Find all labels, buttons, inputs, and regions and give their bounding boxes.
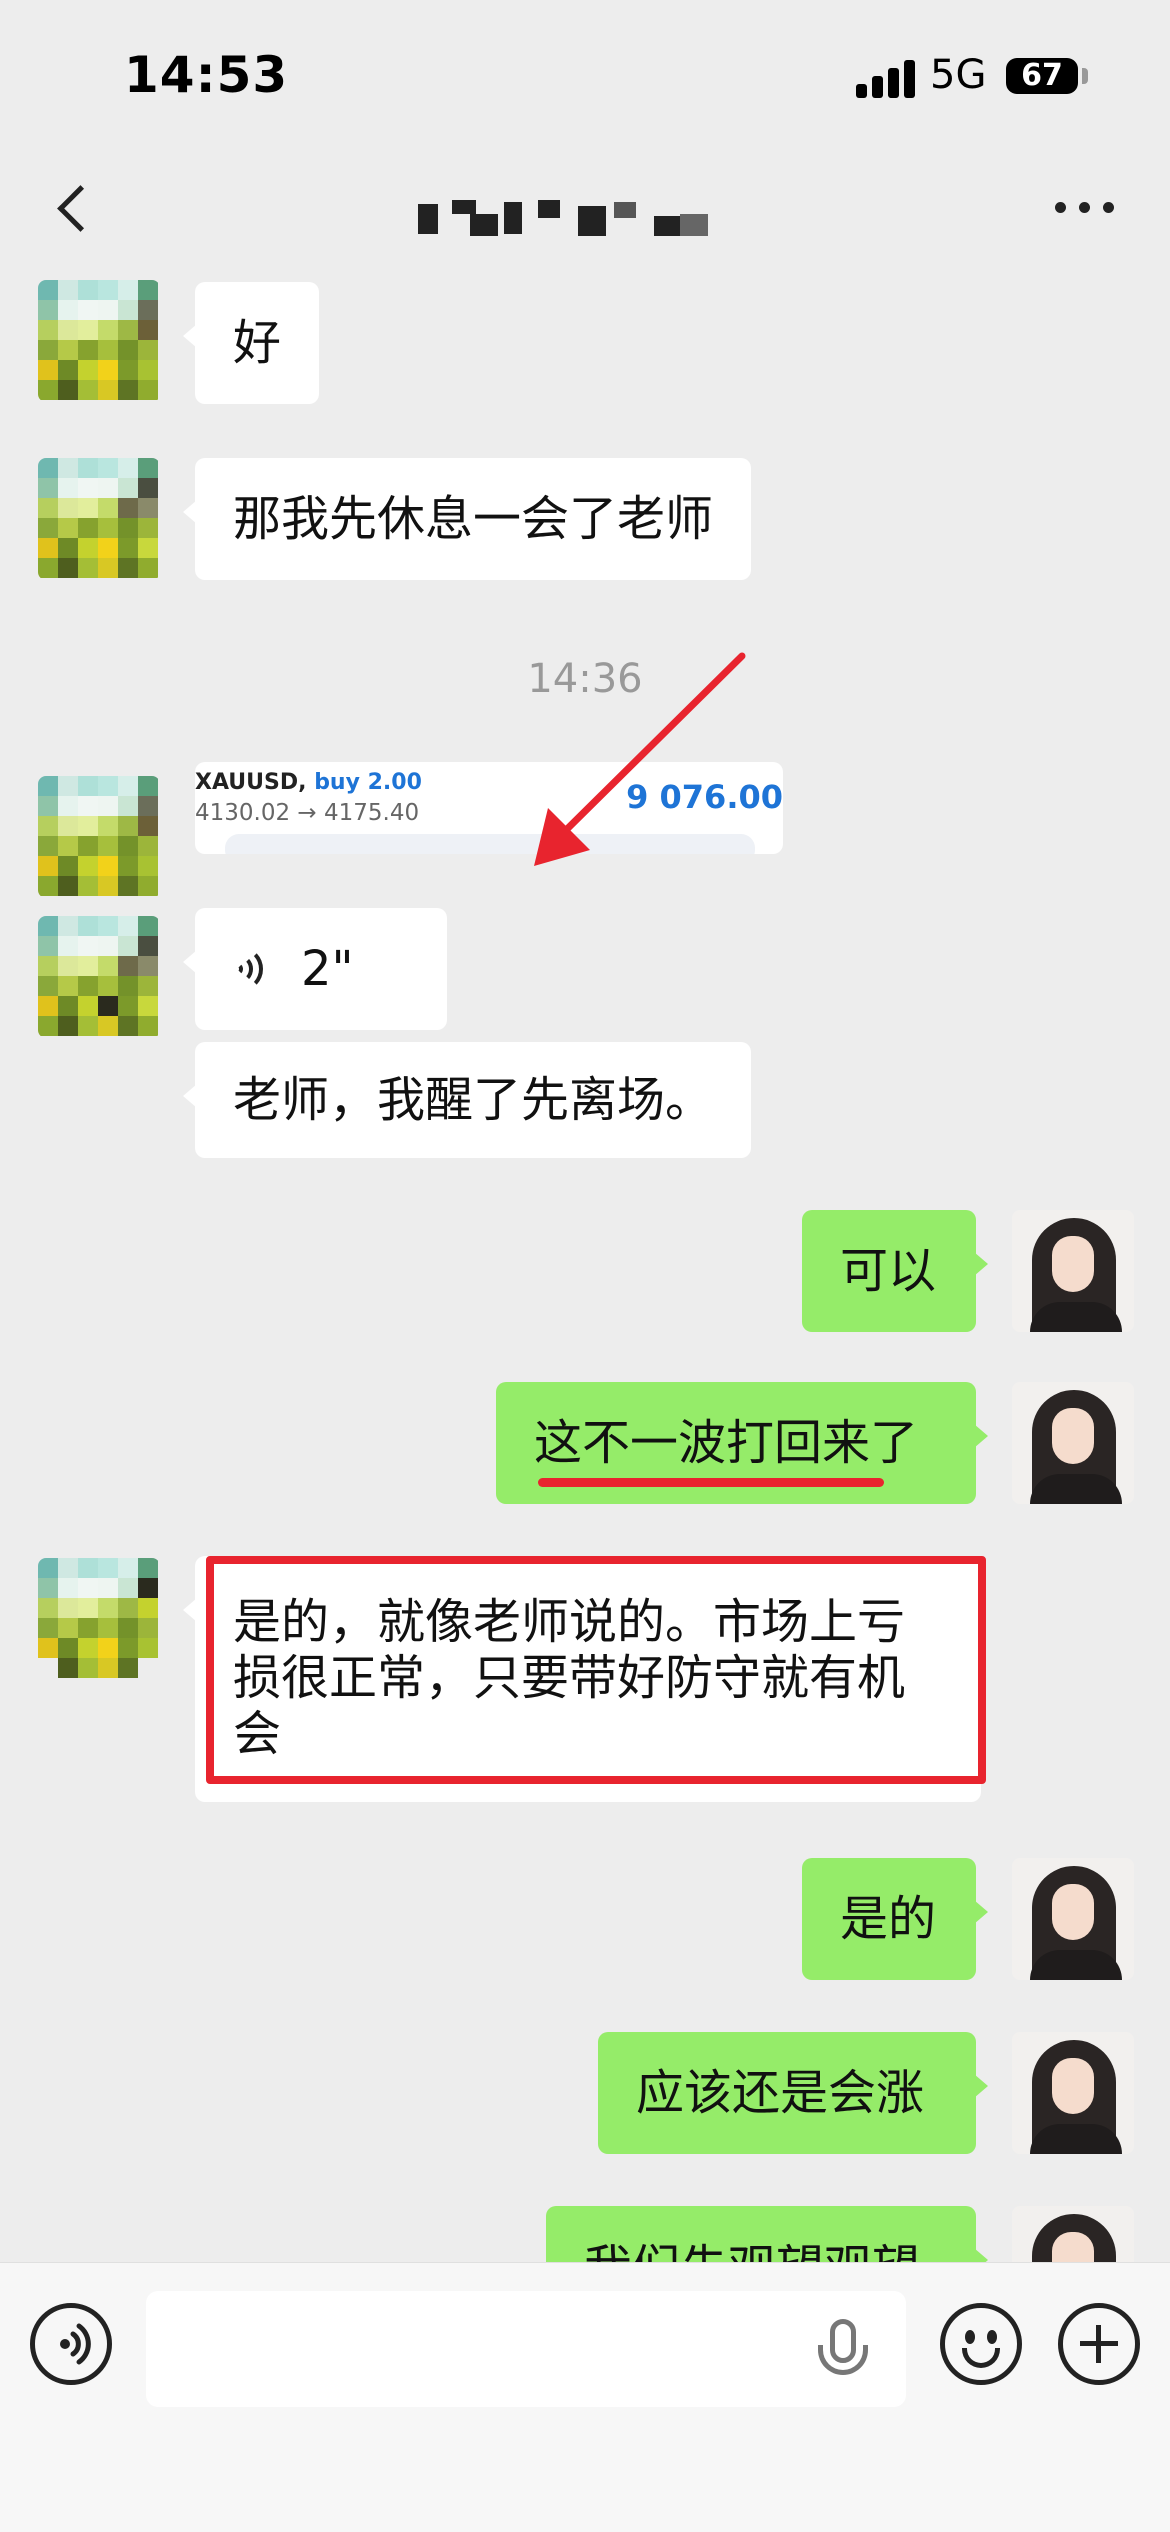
status-time: 14:53 — [124, 46, 289, 104]
message-input-bar — [0, 2262, 1170, 2532]
contact-avatar[interactable] — [38, 1558, 160, 1680]
chevron-left-icon[interactable] — [48, 180, 98, 240]
trade-price-range: 4130.02 → 4175.40 — [195, 800, 420, 826]
voice-duration: 2" — [301, 941, 354, 997]
user-avatar[interactable] — [1012, 1382, 1134, 1504]
chat-header — [0, 150, 1170, 270]
chat-title-pixelated — [418, 200, 740, 240]
microphone-stand — [818, 2345, 868, 2375]
battery-icon: 67 — [1006, 58, 1078, 94]
message-text: 这不一波打回来了 — [534, 1415, 919, 1471]
trade-symbol-line: XAUUSD, buy 2.00 — [195, 770, 422, 795]
message-bubble-left[interactable]: 老师，我醒了先离场。 — [182, 1042, 752, 1158]
status-bar: 14:53 5G 67 — [0, 0, 1170, 150]
message-text: 是的 — [840, 1891, 937, 1947]
network-type: 5G — [930, 52, 987, 98]
contact-avatar[interactable] — [38, 280, 160, 402]
message-bubble-left[interactable]: 好 — [182, 282, 320, 404]
message-text: 老师，我醒了先离场。 — [233, 1072, 714, 1128]
user-avatar[interactable] — [1012, 1858, 1134, 1980]
contact-avatar[interactable] — [38, 916, 160, 1038]
user-avatar[interactable] — [1012, 2032, 1134, 2154]
trade-profit: 9 076.00 — [626, 778, 783, 816]
message-bubble-right[interactable]: 可以 — [802, 1210, 988, 1332]
red-arrow-annotation — [534, 652, 746, 866]
message-text: 应该还是会涨 — [636, 2065, 925, 2121]
trade-symbol: XAUUSD, — [195, 770, 307, 795]
trade-card-footer — [225, 834, 755, 854]
voice-toggle-icon[interactable] — [30, 2303, 112, 2385]
chat-timestamp: 14:36 — [527, 656, 643, 702]
trade-image-message[interactable]: XAUUSD, buy 2.00 4130.02 → 4175.40 9 076… — [195, 762, 783, 854]
emoji-icon[interactable] — [940, 2303, 1022, 2385]
red-underline-annotation — [538, 1478, 884, 1487]
signal-icon — [856, 58, 916, 98]
message-bubble-right[interactable]: 应该还是会涨 — [598, 2032, 988, 2154]
contact-avatar[interactable] — [38, 776, 160, 898]
trade-action: buy 2.00 — [314, 770, 422, 795]
message-text: 好 — [233, 315, 282, 371]
battery-tip — [1082, 68, 1088, 84]
contact-avatar[interactable] — [38, 458, 160, 580]
message-bubble-left[interactable]: 那我先休息一会了老师 — [182, 458, 752, 580]
more-dots-icon[interactable] — [1055, 202, 1115, 218]
voice-message-bubble[interactable]: 2" — [183, 908, 447, 1030]
plus-icon[interactable] — [1058, 2303, 1140, 2385]
voice-wave-icon — [233, 947, 273, 991]
message-text: 可以 — [840, 1243, 937, 1299]
message-text: 那我先休息一会了老师 — [233, 491, 714, 547]
message-bubble-right[interactable]: 是的 — [802, 1858, 988, 1980]
red-box-annotation — [206, 1556, 986, 1784]
message-text-input[interactable] — [146, 2291, 906, 2407]
user-avatar[interactable] — [1012, 1210, 1134, 1332]
